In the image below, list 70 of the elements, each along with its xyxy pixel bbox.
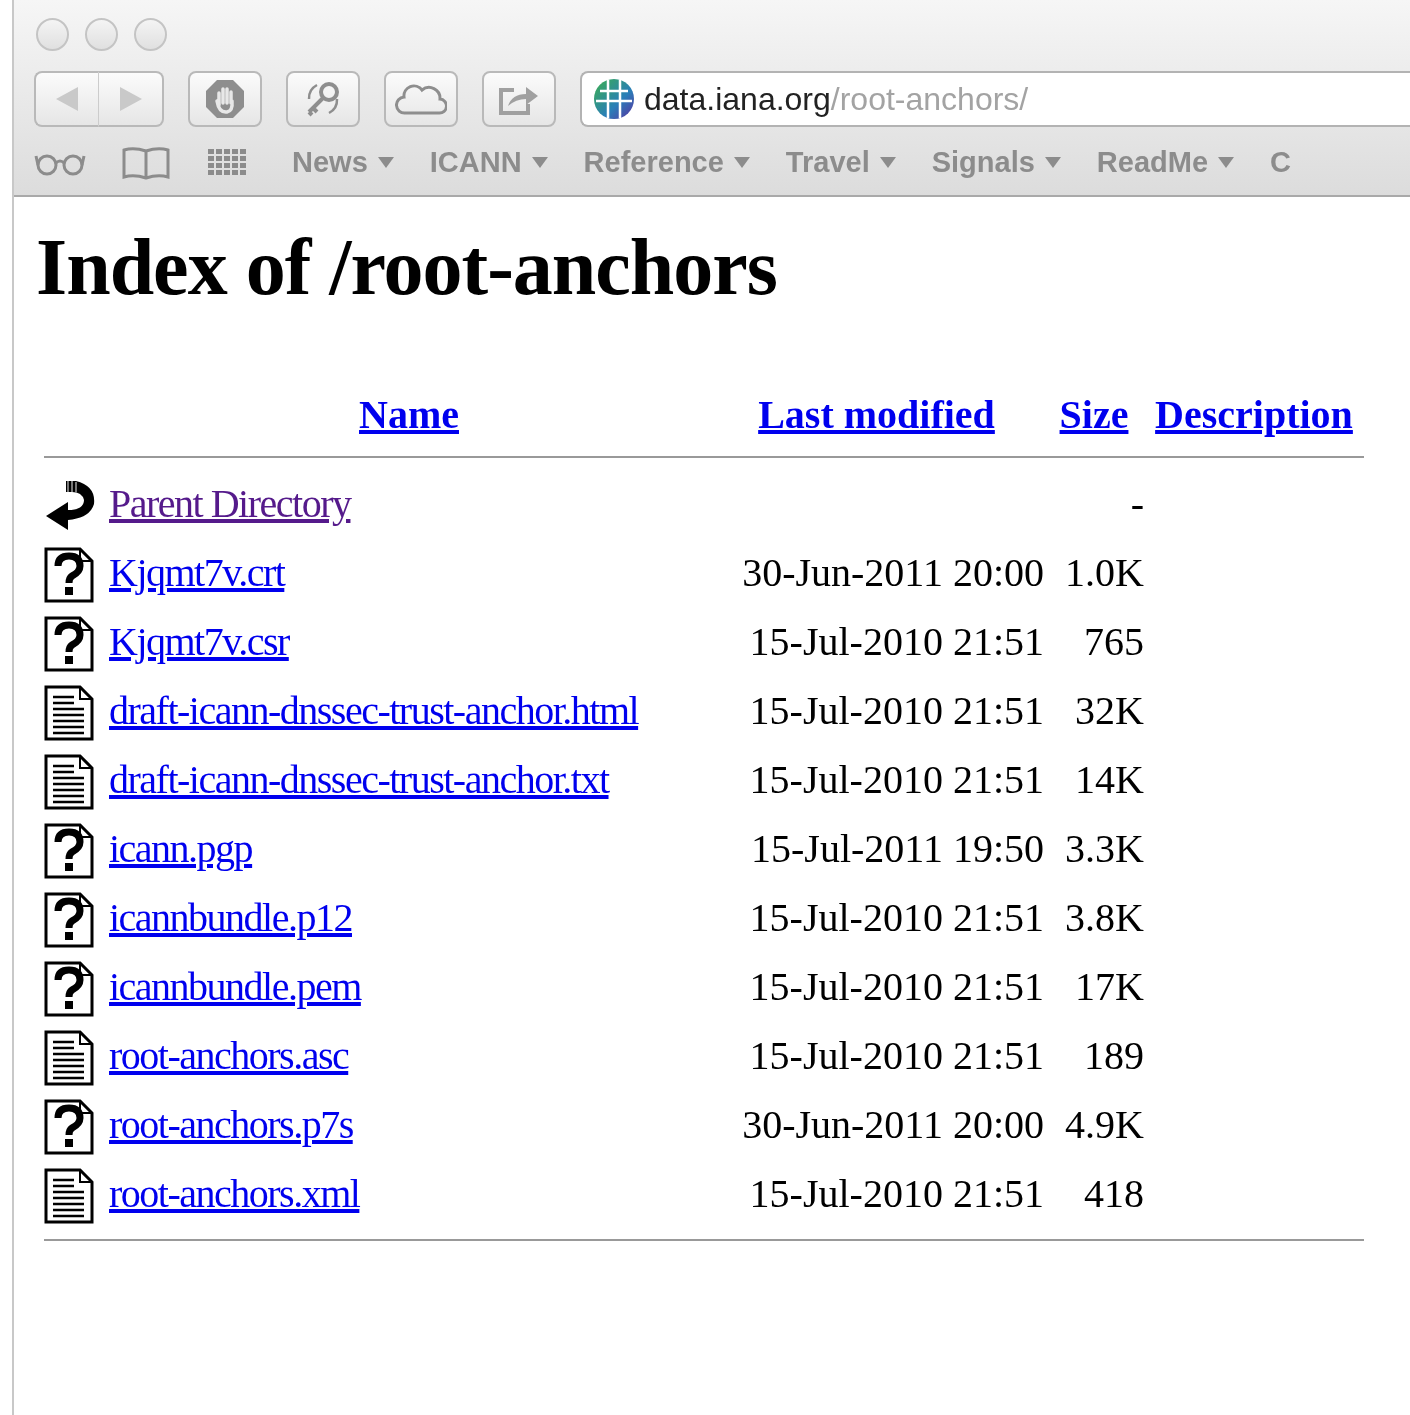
- column-sort-link[interactable]: Size: [1059, 392, 1129, 437]
- file-link[interactable]: root-anchors.xml: [109, 1170, 360, 1216]
- column-sort-link[interactable]: Description: [1155, 392, 1353, 437]
- file-size-text: 32K: [1075, 687, 1144, 733]
- file-size-text: 4.9K: [1065, 1101, 1144, 1147]
- minimize-window-button[interactable]: [85, 18, 118, 51]
- unknown-file-icon: [44, 892, 94, 949]
- unknown-file-icon: [44, 616, 94, 673]
- password-button[interactable]: [286, 71, 360, 127]
- cloud-button[interactable]: [384, 71, 458, 127]
- unknown-file-icon: [44, 961, 94, 1018]
- file-link[interactable]: icannbundle.p12: [109, 894, 352, 940]
- last-modified-text: 15-Jul-2010 21:51: [749, 1032, 1044, 1078]
- text-file-icon: [44, 685, 94, 742]
- column-sort-link[interactable]: Name: [359, 392, 459, 437]
- last-modified-text: 15-Jul-2010 21:51: [749, 756, 1044, 802]
- file-link[interactable]: root-anchors.asc: [109, 1032, 349, 1078]
- globe-icon: [592, 77, 636, 121]
- column-sort-link[interactable]: Last modified: [758, 392, 995, 437]
- last-modified-text: 15-Jul-2010 21:51: [749, 687, 1044, 733]
- file-link[interactable]: draft-icann-dnssec-trust-anchor.txt: [109, 756, 609, 802]
- dropdown-arrow-icon: [879, 157, 896, 169]
- dropdown-arrow-icon: [1044, 157, 1061, 169]
- last-modified-text: 15-Jul-2010 21:51: [749, 1170, 1044, 1216]
- dropdown-arrow-icon: [733, 157, 750, 169]
- address-field[interactable]: data.iana.org/root-anchors/: [580, 71, 1410, 127]
- stop-hand-icon: [205, 79, 245, 119]
- file-size-text: 3.3K: [1065, 825, 1144, 871]
- close-window-button[interactable]: [36, 18, 69, 51]
- file-link[interactable]: icann.pgp: [109, 825, 253, 871]
- file-size-text: 14K: [1075, 756, 1144, 802]
- last-modified-text: 15-Jul-2011 19:50: [751, 825, 1044, 871]
- file-size-text: 17K: [1075, 963, 1144, 1009]
- unknown-file-icon: [44, 823, 94, 880]
- text-file-icon: [44, 1168, 94, 1225]
- forward-icon: [117, 85, 144, 113]
- book-icon[interactable]: [122, 145, 170, 180]
- text-file-icon: [44, 1030, 94, 1087]
- dropdown-arrow-icon: [531, 157, 548, 169]
- last-modified-text: 15-Jul-2010 21:51: [749, 963, 1044, 1009]
- file-link[interactable]: Parent Directory: [109, 480, 351, 526]
- text-file-icon: [44, 754, 94, 811]
- dropdown-arrow-icon: [377, 157, 394, 169]
- page-title: Index of /root-anchors: [36, 222, 778, 313]
- back-icon: [54, 85, 80, 113]
- dropdown-arrow-icon: [1218, 157, 1235, 169]
- file-link[interactable]: Kjqmt7v.crt: [109, 549, 285, 595]
- share-button[interactable]: [482, 71, 556, 127]
- file-link[interactable]: Kjqmt7v.csr: [109, 618, 289, 664]
- file-size-text: 765: [1084, 618, 1144, 664]
- cloud-icon: [395, 82, 447, 116]
- forward-button[interactable]: [99, 71, 164, 127]
- unknown-file-icon: [44, 1099, 94, 1156]
- file-size-text: -: [1130, 480, 1144, 526]
- file-size-text: 3.8K: [1065, 894, 1144, 940]
- last-modified-text: 30-Jun-2011 20:00: [742, 1101, 1044, 1147]
- last-modified-text: 30-Jun-2011 20:00: [742, 549, 1044, 595]
- unknown-file-icon: [44, 547, 94, 604]
- file-link[interactable]: root-anchors.p7s: [109, 1101, 353, 1147]
- zoom-window-button[interactable]: [134, 18, 167, 51]
- grid-icon[interactable]: [206, 147, 248, 178]
- back-button[interactable]: [34, 71, 99, 127]
- file-size-text: 418: [1084, 1170, 1144, 1216]
- file-link[interactable]: draft-icann-dnssec-trust-anchor.html: [109, 687, 639, 733]
- file-size-text: 1.0K: [1065, 549, 1144, 595]
- ad-block-button[interactable]: [188, 71, 262, 127]
- last-modified-text: 15-Jul-2010 21:51: [749, 894, 1044, 940]
- file-size-text: 189: [1084, 1032, 1144, 1078]
- file-link[interactable]: icannbundle.pem: [109, 963, 361, 1009]
- last-modified-text: 15-Jul-2010 21:51: [749, 618, 1044, 664]
